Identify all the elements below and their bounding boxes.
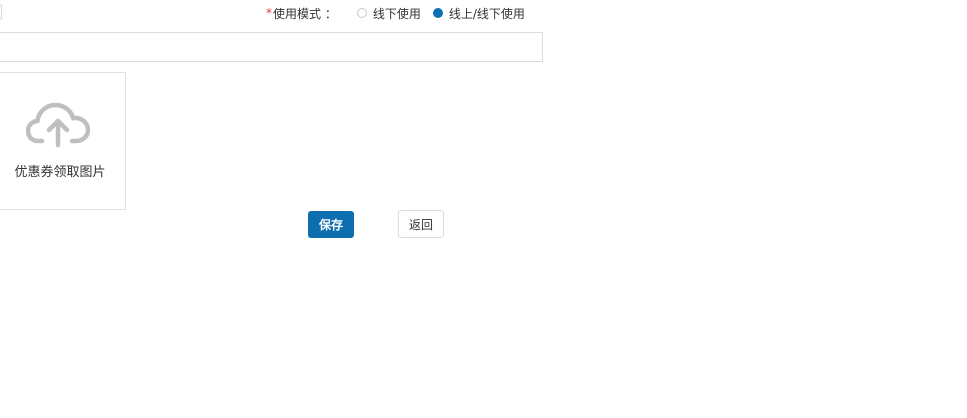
- radio-online-offline-label: 线上/线下使用: [448, 6, 525, 21]
- radio-online-offline-circle[interactable]: [432, 8, 443, 18]
- upload-label: 优惠券领取图片: [14, 165, 106, 180]
- cloud-upload-icon: [26, 102, 90, 148]
- radio-offline-label: 线下使用: [372, 6, 421, 21]
- radio-offline-circle[interactable]: [356, 8, 367, 18]
- usage-mode-label: 使用模式 ：: [273, 6, 337, 21]
- coupon-image-upload[interactable]: 优惠券领取图片: [0, 72, 126, 210]
- save-button[interactable]: 保存: [308, 211, 354, 238]
- radio-online-offline[interactable]: 线上/线下使用: [432, 5, 525, 22]
- form-page: * 使用模式 ： 线下使用 线上/线下使用 优惠券领取图片 保存 返回: [0, 0, 967, 418]
- text-input-wide[interactable]: [0, 32, 543, 62]
- radio-offline[interactable]: 线下使用: [356, 5, 421, 22]
- usage-mode-row: * 使用模式 ： 线下使用 线上/线下使用: [266, 3, 537, 23]
- text-input[interactable]: [0, 4, 2, 20]
- back-button[interactable]: 返回: [398, 210, 444, 238]
- required-mark: *: [266, 6, 272, 20]
